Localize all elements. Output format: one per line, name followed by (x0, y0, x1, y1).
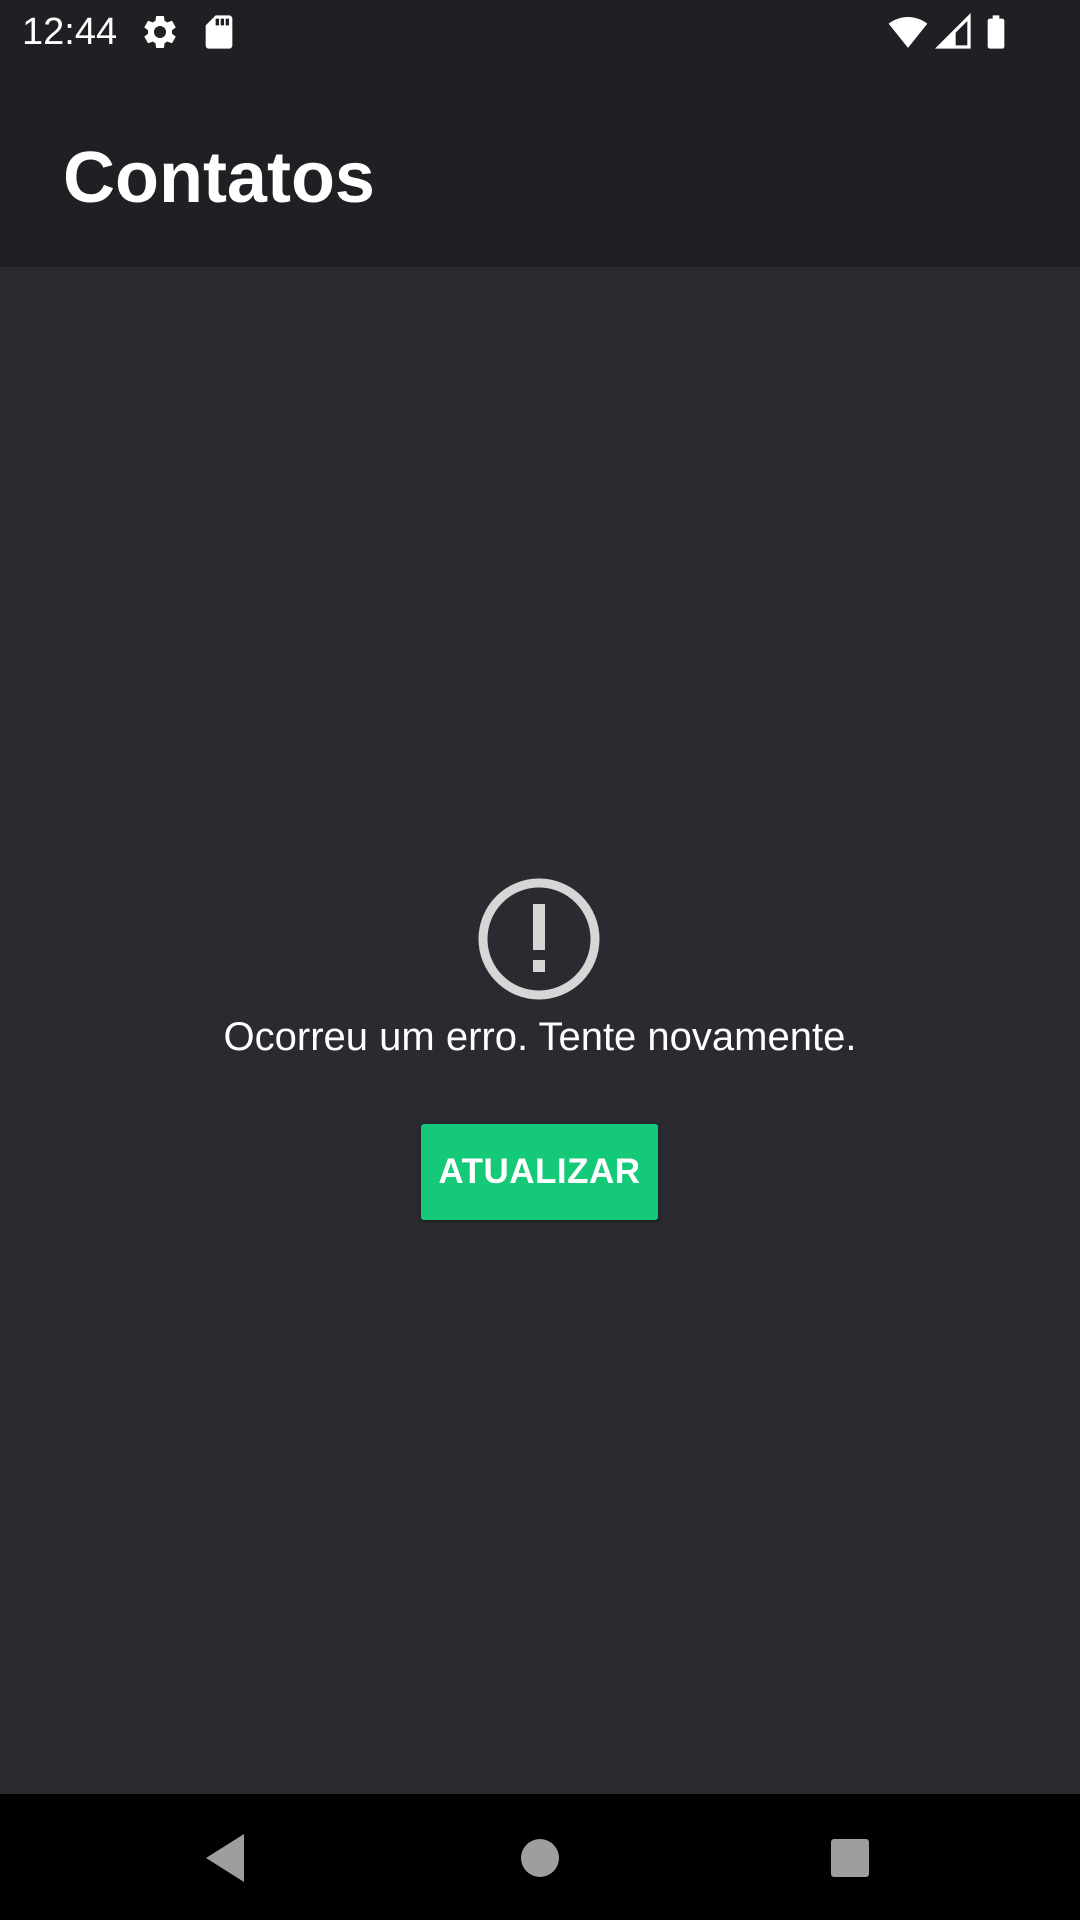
navigation-bar (0, 1794, 1080, 1920)
error-state: Ocorreu um erro. Tente novamente. ATUALI… (0, 267, 1080, 1794)
status-bar: 12:44 (0, 0, 1080, 64)
refresh-button[interactable]: ATUALIZAR (421, 1124, 658, 1220)
status-time: 12:44 (22, 11, 118, 53)
wifi-icon (888, 17, 928, 48)
recents-icon[interactable] (810, 1818, 890, 1898)
back-icon[interactable] (186, 1818, 266, 1898)
error-message: Ocorreu um erro. Tente novamente. (223, 1015, 857, 1059)
screen: 12:44 Contatos Ocorreu um erro. Tente no… (0, 0, 1080, 1920)
battery-icon (987, 15, 1005, 49)
sd-card-icon (205, 15, 233, 49)
home-icon[interactable] (500, 1818, 580, 1898)
cell-signal-icon (934, 12, 971, 49)
gear-icon (144, 15, 176, 48)
error-circle-icon (478, 878, 600, 1000)
page-title: Contatos (63, 138, 375, 218)
app-bar: Contatos (0, 64, 1080, 267)
